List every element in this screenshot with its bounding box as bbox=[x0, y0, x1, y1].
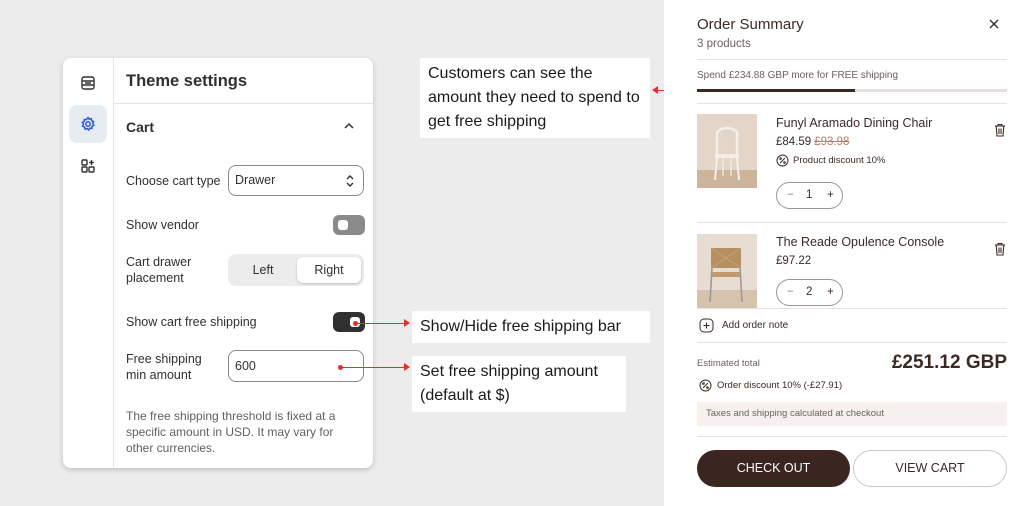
discount-icon bbox=[699, 379, 712, 392]
view-cart-button[interactable]: VIEW CART bbox=[853, 450, 1007, 487]
section-title-cart[interactable]: Cart bbox=[126, 119, 154, 135]
quantity-stepper: − 1 + bbox=[776, 182, 843, 209]
discount-icon bbox=[776, 154, 789, 167]
min-amount-input[interactable]: 600 bbox=[228, 350, 364, 382]
placement-label-line2: placement bbox=[126, 271, 184, 285]
trash-icon[interactable] bbox=[994, 242, 1006, 256]
estimated-total-value: £251.12 GBP bbox=[891, 352, 1007, 373]
toggle-knob bbox=[338, 220, 348, 230]
cart-type-label: Choose cart type bbox=[126, 174, 221, 188]
item-old-price: £93.98 bbox=[814, 136, 850, 148]
product-count: 3 products bbox=[697, 38, 751, 50]
divider bbox=[697, 436, 1007, 437]
select-arrows-icon bbox=[346, 175, 354, 187]
free-shipping-toggle[interactable] bbox=[333, 312, 365, 332]
gear-icon bbox=[81, 116, 95, 132]
divider bbox=[697, 59, 1007, 60]
add-note-label: Add order note bbox=[722, 320, 789, 331]
callout-free-shipping-info: Customers can see the amount they need t… bbox=[420, 58, 650, 138]
arrow-head-right bbox=[404, 319, 410, 327]
drawer-title: Order Summary bbox=[697, 16, 804, 33]
free-shipping-label: Show cart free shipping bbox=[126, 315, 257, 329]
callout-toggle-bar: Show/Hide free shipping bar bbox=[412, 311, 650, 343]
sections-button[interactable] bbox=[69, 64, 107, 102]
quantity-value[interactable]: 2 bbox=[806, 286, 812, 298]
item-discount-text: Product discount 10% bbox=[793, 155, 886, 166]
divider bbox=[697, 342, 1007, 343]
free-shipping-message: Spend £234.88 GBP more for FREE shipping bbox=[697, 70, 899, 81]
placement-label: Cart drawer placement bbox=[126, 254, 191, 286]
min-amount-label: Free shipping min amount bbox=[126, 351, 202, 383]
apps-button[interactable] bbox=[69, 147, 107, 185]
add-order-note-button[interactable]: Add order note bbox=[699, 318, 788, 333]
trash-icon[interactable] bbox=[994, 123, 1006, 137]
divider bbox=[697, 308, 1007, 309]
item-discount: Product discount 10% bbox=[776, 154, 885, 167]
increase-button[interactable]: + bbox=[827, 189, 834, 201]
checkout-button[interactable]: CHECK OUT bbox=[697, 450, 850, 487]
arrow-head-right bbox=[404, 363, 410, 371]
divider bbox=[697, 103, 1007, 104]
tax-note: Taxes and shipping calculated at checkou… bbox=[697, 402, 1007, 426]
placement-segmented-control: Left Right bbox=[228, 254, 364, 286]
free-shipping-progress-fill bbox=[697, 89, 856, 92]
increase-button[interactable]: + bbox=[827, 286, 834, 298]
show-vendor-label: Show vendor bbox=[126, 218, 199, 232]
decrease-button[interactable]: − bbox=[787, 286, 794, 298]
min-amount-label-line2: min amount bbox=[126, 368, 192, 382]
estimated-total-label: Estimated total bbox=[697, 358, 760, 369]
arrow-head-left bbox=[652, 86, 658, 94]
decrease-button[interactable]: − bbox=[787, 189, 794, 201]
order-discount-text: Order discount 10% (-£27.91) bbox=[717, 380, 843, 391]
sections-icon bbox=[81, 76, 95, 90]
theme-settings-panel: Theme settings Cart Choose cart type Dra… bbox=[63, 58, 373, 468]
item-price: £97.22 bbox=[776, 255, 812, 267]
console-product-image[interactable] bbox=[697, 234, 757, 308]
callout-set-amount: Set free shipping amount (default at $) bbox=[412, 356, 626, 412]
help-text: The free shipping threshold is fixed at … bbox=[126, 409, 336, 455]
panel-title: Theme settings bbox=[126, 72, 248, 90]
quantity-value[interactable]: 1 bbox=[806, 189, 812, 201]
quantity-stepper: − 2 + bbox=[776, 279, 843, 306]
cart-drawer: Order Summary 3 products Spend £234.88 G… bbox=[664, 0, 1024, 506]
item-name[interactable]: Funyl Aramado Dining Chair bbox=[776, 116, 932, 130]
close-icon[interactable] bbox=[987, 17, 1001, 31]
show-vendor-toggle[interactable] bbox=[333, 215, 365, 235]
placement-right-option[interactable]: Right bbox=[297, 257, 361, 283]
callout-arrow-line bbox=[341, 367, 406, 368]
title-divider bbox=[114, 103, 373, 104]
cart-type-select[interactable]: Drawer bbox=[228, 165, 364, 196]
callout-arrow-line bbox=[356, 323, 406, 324]
cart-type-value: Drawer bbox=[235, 173, 276, 187]
order-discount: Order discount 10% (-£27.91) bbox=[699, 379, 842, 392]
placement-label-line1: Cart drawer bbox=[126, 255, 192, 269]
add-note-icon bbox=[699, 318, 714, 333]
chevron-up-icon[interactable] bbox=[343, 120, 355, 132]
chair-product-image[interactable] bbox=[697, 114, 757, 188]
item-sale-price: £84.59 bbox=[776, 136, 812, 148]
divider bbox=[697, 222, 1007, 223]
free-shipping-progress-bar bbox=[697, 89, 1007, 92]
item-price: £84.59 £93.98 bbox=[776, 136, 849, 148]
min-amount-label-line1: Free shipping bbox=[126, 352, 202, 366]
settings-rail bbox=[63, 58, 114, 468]
placement-left-option[interactable]: Left bbox=[231, 257, 295, 283]
apps-icon bbox=[81, 159, 95, 173]
item-name[interactable]: The Reade Opulence Console bbox=[776, 235, 944, 249]
theme-settings-button[interactable] bbox=[69, 105, 107, 143]
